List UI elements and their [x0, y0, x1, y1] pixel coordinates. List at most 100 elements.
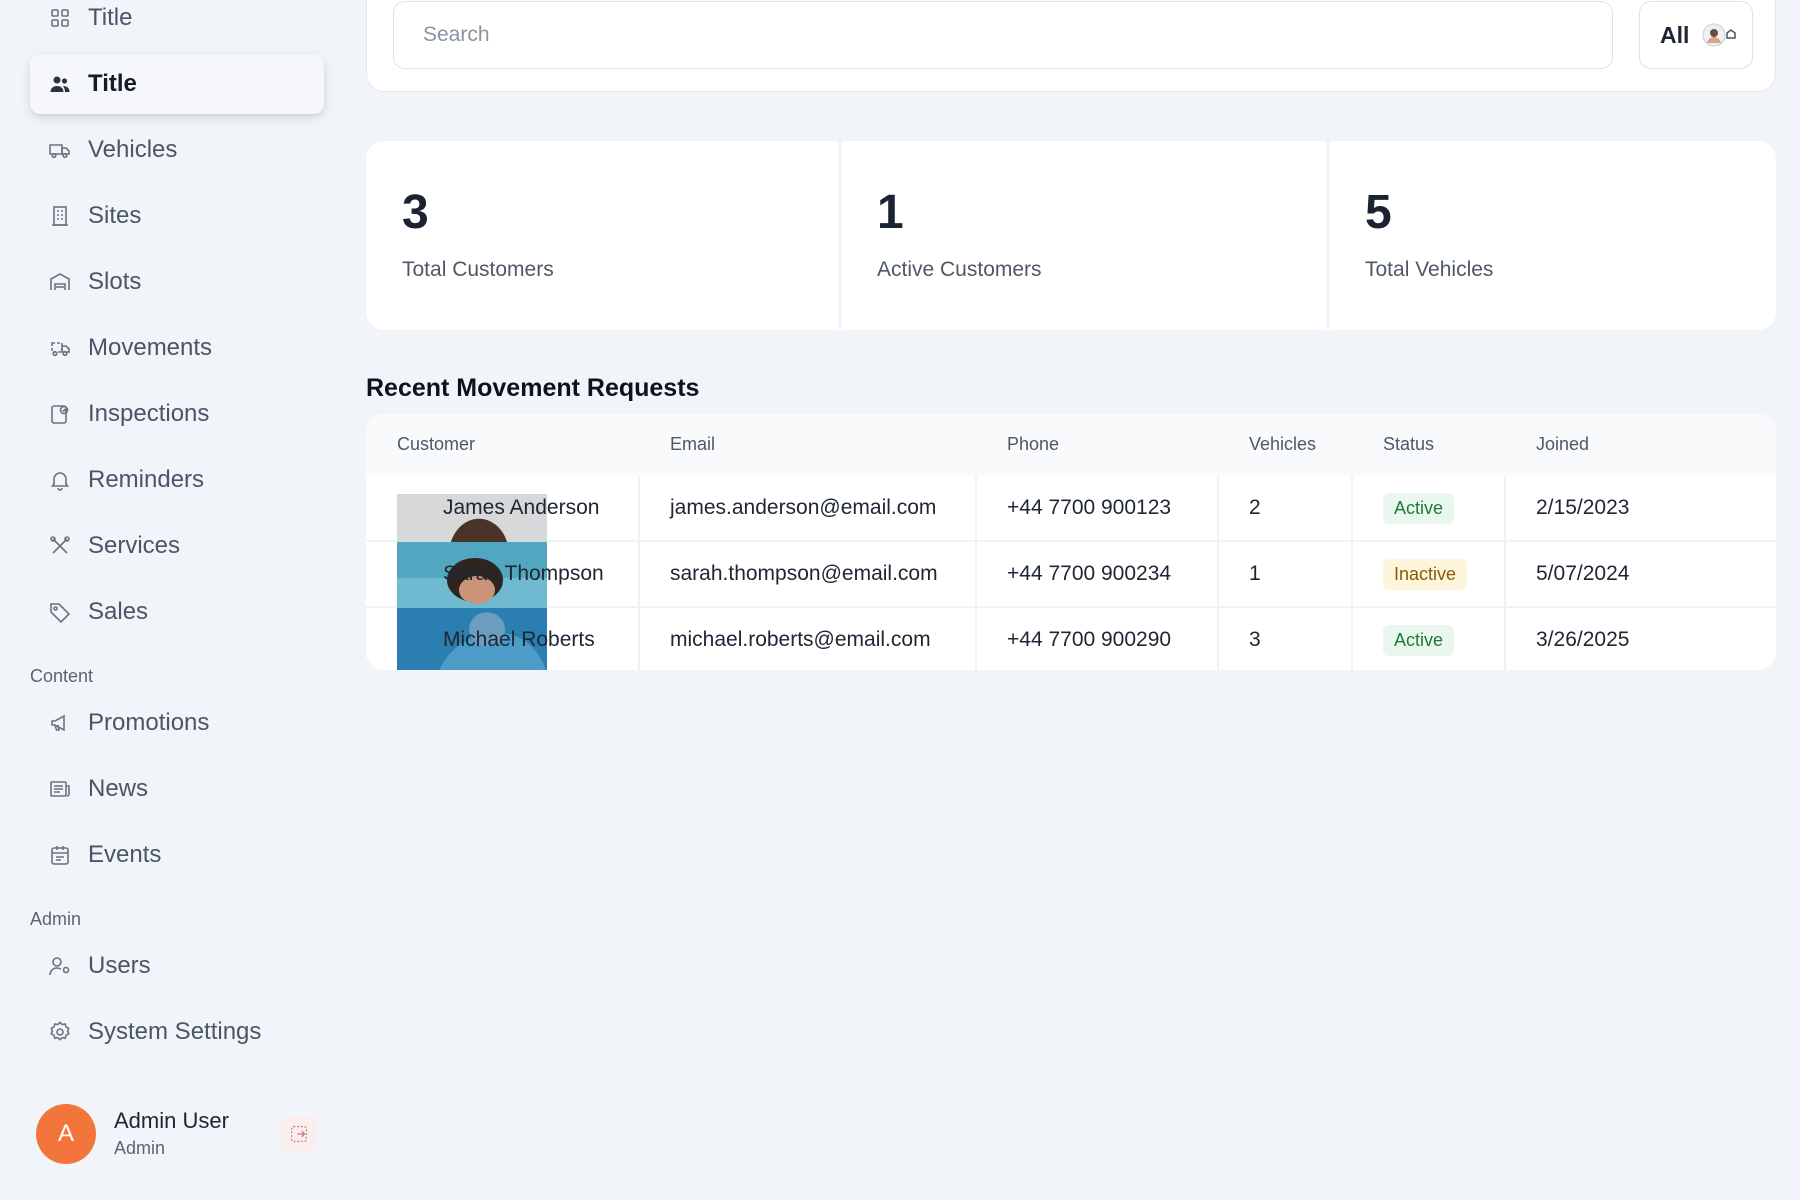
status-badge: Active — [1383, 492, 1455, 524]
moving-truck-icon — [48, 336, 72, 360]
table-row[interactable]: Michael Roberts michael.roberts@email.co… — [366, 608, 1776, 670]
sidebar-item-label: Reminders — [88, 466, 205, 493]
newspaper-icon — [48, 777, 72, 801]
status-cell: Inactive — [1383, 542, 1468, 606]
customer-email: james.anderson@email.com — [670, 496, 937, 519]
user-settings-icon — [48, 954, 72, 978]
customer-joined: 3/26/2025 — [1536, 628, 1630, 651]
section-label-content: Content — [30, 666, 94, 686]
sidebar-item-customers[interactable]: Title — [30, 54, 324, 114]
column-divider — [1504, 476, 1506, 670]
sidebar-item-label: Title — [88, 70, 137, 97]
grid-icon — [48, 6, 72, 30]
customer-name: Michael Roberts — [443, 628, 595, 651]
sidebar-item-inspections[interactable]: Inspections — [30, 384, 324, 444]
sidebar-item-label: Events — [88, 841, 162, 868]
stat-card-active-customers: 1 Active Customers — [841, 141, 1329, 330]
stat-value: 1 — [877, 186, 904, 239]
sidebar-item-label: Services — [88, 532, 181, 559]
settings-icon — [48, 1020, 72, 1044]
sidebar-item-label: News — [88, 775, 149, 802]
customer-vehicles: 3 — [1249, 628, 1261, 651]
bell-icon — [48, 468, 72, 492]
status-cell: Active — [1383, 476, 1455, 540]
app-root: Title Title Vehicles Sites Slots Movemen… — [0, 0, 1800, 1200]
filter-avatar-icon — [1701, 22, 1739, 48]
sidebar-item-label: Inspections — [88, 400, 210, 427]
stat-label: Active Customers — [877, 258, 1042, 281]
customer-phone: +44 7700 900290 — [1007, 628, 1172, 651]
stat-label: Total Vehicles — [1365, 258, 1494, 281]
customers-table: Customer Email Phone Vehicles Status Joi… — [366, 414, 1776, 670]
column-divider — [975, 476, 977, 670]
customer-name: Sarah Thompson — [443, 562, 604, 585]
megaphone-icon — [48, 711, 72, 735]
sidebar-item-label: Slots — [88, 268, 142, 295]
sidebar-item-news[interactable]: News — [30, 759, 324, 819]
sidebar-item-sites[interactable]: Sites — [30, 186, 324, 246]
tools-icon — [48, 534, 72, 558]
sidebar-item-label: Movements — [88, 334, 213, 361]
customer-email: michael.roberts@email.com — [670, 628, 931, 651]
stats-panel: 3 Total Customers 1 Active Customers 5 T… — [366, 141, 1776, 330]
sidebar-item-vehicles[interactable]: Vehicles — [30, 120, 324, 180]
search-card: All — [366, 0, 1776, 92]
sidebar-item-slots[interactable]: Slots — [30, 252, 324, 312]
calendar-icon — [48, 843, 72, 867]
building-icon — [48, 204, 72, 228]
sidebar-item-dashboard[interactable]: Title — [30, 0, 324, 48]
customer-phone: +44 7700 900234 — [1007, 562, 1172, 585]
users-icon — [48, 72, 72, 96]
profile-name: Admin User — [114, 1108, 229, 1133]
column-header-vehicles[interactable]: Vehicles — [1249, 434, 1316, 455]
stat-label: Total Customers — [402, 258, 554, 281]
logout-icon — [288, 1123, 310, 1145]
sidebar-item-label: System Settings — [88, 1018, 262, 1045]
sidebar-item-label: Promotions — [88, 709, 210, 736]
customer-phone: +44 7700 900123 — [1007, 496, 1172, 519]
search-input[interactable] — [393, 1, 1613, 69]
customer-joined: 2/15/2023 — [1536, 496, 1630, 519]
section-label-admin: Admin — [30, 909, 82, 929]
status-badge: Active — [1383, 624, 1455, 656]
customer-vehicles: 2 — [1249, 496, 1261, 519]
stat-card-total-customers: 3 Total Customers — [366, 141, 841, 330]
truck-icon — [48, 138, 72, 162]
sidebar-item-system-settings[interactable]: System Settings — [30, 1002, 324, 1062]
column-header-joined[interactable]: Joined — [1536, 434, 1589, 455]
sidebar-item-events[interactable]: Events — [30, 825, 324, 885]
sidebar-item-users[interactable]: Users — [30, 936, 324, 996]
filter-selected-value: All — [1660, 21, 1690, 48]
customer-name: James Anderson — [443, 496, 600, 519]
sidebar-item-label: Sites — [88, 202, 142, 229]
sidebar-item-sales[interactable]: Sales — [30, 582, 324, 642]
table-row[interactable]: Sarah Thompson sarah.thompson@email.com … — [366, 542, 1776, 608]
sidebar-item-services[interactable]: Services — [30, 516, 324, 576]
column-header-email[interactable]: Email — [670, 434, 715, 455]
customer-joined: 5/07/2024 — [1536, 562, 1630, 585]
sidebar-item-label: Title — [88, 4, 133, 31]
garage-icon — [48, 270, 72, 294]
sidebar-item-movements[interactable]: Movements — [30, 318, 324, 378]
sidebar-item-promotions[interactable]: Promotions — [30, 693, 324, 753]
avatar: A — [36, 1104, 96, 1164]
stat-value: 5 — [1365, 186, 1392, 239]
column-header-customer[interactable]: Customer — [397, 434, 475, 455]
table-header: Customer Email Phone Vehicles Status Joi… — [366, 414, 1776, 476]
user-profile[interactable]: A Admin User Admin — [36, 1104, 326, 1164]
stat-card-total-vehicles: 5 Total Vehicles — [1329, 141, 1776, 330]
filter-select[interactable]: All — [1639, 1, 1753, 69]
sidebar: Title Title Vehicles Sites Slots Movemen… — [0, 0, 340, 1200]
table-row[interactable]: James Anderson james.anderson@email.com … — [366, 476, 1776, 542]
logout-button[interactable] — [281, 1116, 317, 1152]
status-badge: Inactive — [1383, 558, 1468, 590]
column-divider — [1351, 476, 1353, 670]
sidebar-item-reminders[interactable]: Reminders — [30, 450, 324, 510]
profile-role: Admin — [114, 1138, 166, 1158]
customer-email: sarah.thompson@email.com — [670, 562, 938, 585]
stat-value: 3 — [402, 186, 429, 239]
column-header-phone[interactable]: Phone — [1007, 434, 1059, 455]
column-header-status[interactable]: Status — [1383, 434, 1434, 455]
tag-icon — [48, 600, 72, 624]
inspection-icon — [48, 402, 72, 426]
